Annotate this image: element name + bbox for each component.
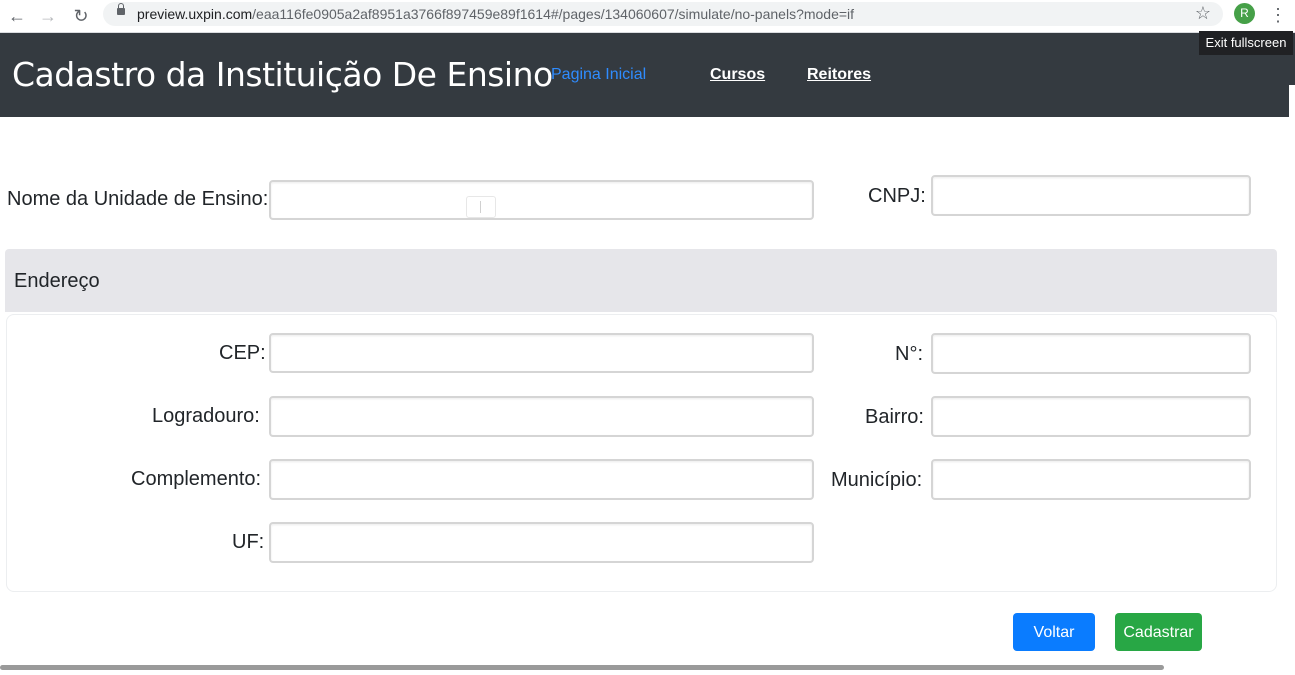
complemento-label: Complemento: [131, 468, 262, 490]
resize-handle-icon [466, 196, 496, 218]
reload-icon[interactable]: ↻ [68, 3, 94, 29]
logradouro-label: Logradouro: [152, 405, 260, 427]
voltar-button[interactable]: Voltar [1013, 613, 1095, 651]
bairro-input[interactable] [931, 396, 1251, 437]
endereco-section-header: Endereço [5, 249, 1277, 312]
cep-label: CEP: [219, 342, 266, 364]
nav-link-cursos[interactable]: Cursos [710, 66, 765, 84]
complemento-input[interactable] [269, 459, 814, 500]
cadastrar-button[interactable]: Cadastrar [1115, 613, 1202, 651]
star-icon[interactable]: ☆ [1195, 3, 1211, 24]
vertical-scrollbar[interactable] [1289, 85, 1295, 117]
cep-input[interactable] [269, 333, 814, 373]
nome-unidade-label: Nome da Unidade de Ensino: [7, 188, 269, 210]
address-bar[interactable]: preview.uxpin.com/eaa116fe0905a2af8951a3… [103, 2, 1223, 26]
uf-input[interactable] [269, 522, 814, 563]
lock-icon [117, 3, 125, 15]
logradouro-input[interactable] [269, 396, 814, 437]
municipio-input[interactable] [931, 459, 1251, 500]
nav-link-reitores[interactable]: Reitores [807, 66, 871, 84]
cnpj-label: CNPJ: [868, 185, 926, 207]
uf-label: UF: [232, 531, 265, 553]
endereco-title: Endereço [14, 270, 100, 292]
kebab-menu-icon[interactable]: ⋮ [1269, 3, 1287, 27]
page-title: Cadastro da Instituição De Ensino [12, 55, 553, 94]
bairro-label: Bairro: [865, 406, 924, 428]
url-text: preview.uxpin.com/eaa116fe0905a2af8951a3… [137, 6, 855, 22]
horizontal-scrollbar[interactable] [0, 665, 1164, 670]
browser-toolbar: ← → ↻ preview.uxpin.com/eaa116fe0905a2af… [0, 0, 1295, 33]
app-header: Cadastro da Instituição De Ensino Pagina… [0, 33, 1295, 117]
cnpj-input[interactable] [931, 175, 1251, 216]
nav-link-pagina-inicial[interactable]: Pagina Inicial [551, 66, 646, 84]
back-icon[interactable]: ← [4, 3, 30, 29]
municipio-label: Município: [831, 469, 923, 491]
numero-label: N°: [895, 343, 923, 365]
profile-avatar[interactable]: R [1234, 3, 1255, 24]
numero-input[interactable] [931, 333, 1251, 374]
exit-fullscreen-tooltip[interactable]: Exit fullscreen [1199, 31, 1293, 55]
forward-icon[interactable]: → [35, 3, 61, 29]
nome-unidade-input[interactable] [269, 180, 814, 220]
